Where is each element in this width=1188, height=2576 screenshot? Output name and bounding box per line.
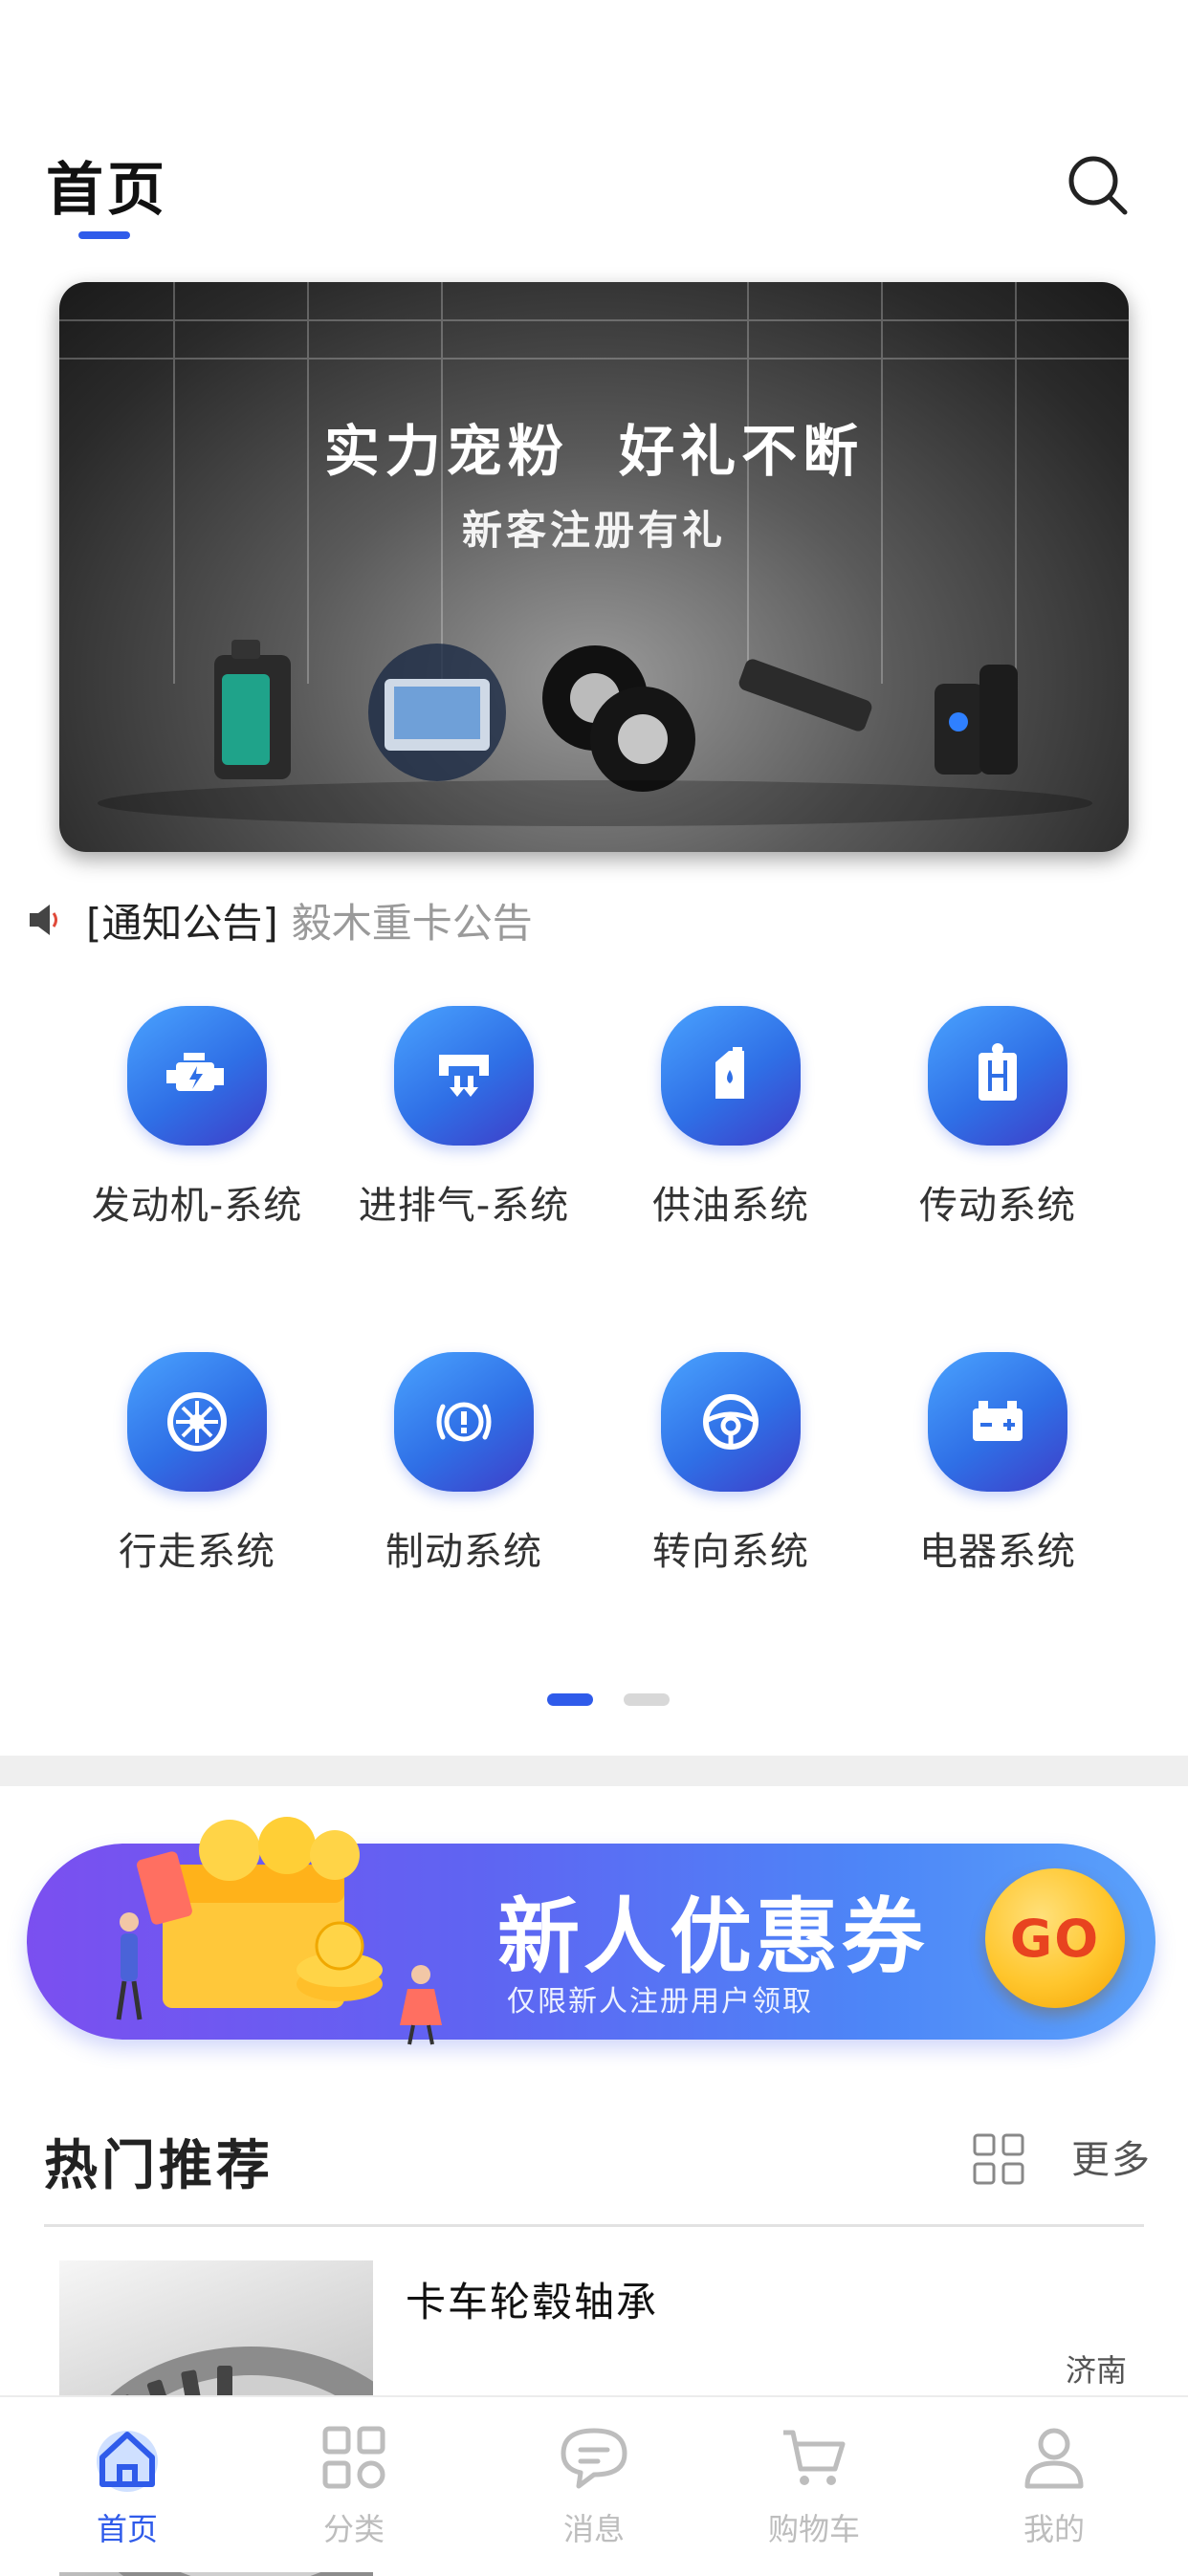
category-intake-exhaust[interactable]: 进排气-系统 — [330, 1006, 598, 1230]
promo-banner[interactable]: 实力宠粉 好礼不断 新客注册有礼 — [59, 282, 1129, 852]
speaker-icon — [30, 905, 57, 935]
engine-icon — [166, 1053, 224, 1091]
home-icon — [97, 2431, 158, 2492]
hot-section-title: 热门推荐 — [44, 2135, 274, 2197]
category-label: 转向系统 — [652, 1530, 809, 1574]
category-label: 制动系统 — [385, 1530, 542, 1574]
coupon-subtitle: 仅限新人注册用户领取 — [507, 1985, 813, 2019]
category-electrical[interactable]: 电器系统 — [864, 1352, 1132, 1576]
tab-label: 消息 — [562, 2511, 625, 2547]
search-icon — [1068, 156, 1128, 215]
fuel-can-icon — [715, 1047, 744, 1099]
category-label: 传动系统 — [919, 1184, 1076, 1228]
tab-label: 我的 — [1023, 2511, 1085, 2547]
message-icon — [561, 2428, 627, 2489]
tab-messages[interactable]: 消息 — [498, 2419, 690, 2549]
search-button[interactable] — [1064, 151, 1133, 220]
battery-icon — [973, 1401, 1023, 1441]
category-engine[interactable]: 发动机-系统 — [63, 1006, 331, 1230]
gearshift-icon — [979, 1043, 1017, 1101]
product-name[interactable]: 卡车轮毂轴承 — [406, 2270, 658, 2328]
category-icon-bg — [394, 1352, 534, 1492]
notice-bar[interactable]: [通知公告] 毅木重卡公告 — [27, 894, 533, 947]
category-label: 行走系统 — [119, 1530, 275, 1574]
category-running-gear[interactable]: 行走系统 — [63, 1352, 331, 1576]
category-icon-bg — [127, 1352, 267, 1492]
more-link[interactable]: 更多 — [1071, 2128, 1152, 2184]
coupon-illustration — [116, 1817, 442, 2045]
grid-view-icon[interactable] — [972, 2132, 1025, 2186]
section-divider — [0, 1756, 1188, 1786]
tab-label: 分类 — [322, 2511, 385, 2547]
wheel-icon — [167, 1392, 227, 1452]
pager-dot-active[interactable] — [547, 1693, 593, 1706]
brake-warning-icon — [436, 1402, 492, 1442]
active-tab-indicator — [78, 231, 130, 239]
category-label: 发动机-系统 — [91, 1184, 303, 1228]
product-location: 济南 — [1066, 2352, 1128, 2389]
pager-dot[interactable] — [624, 1693, 670, 1706]
category-icon-bg — [928, 1352, 1067, 1492]
category-icon-bg — [928, 1006, 1067, 1146]
category-fuel[interactable]: 供油系统 — [597, 1006, 865, 1230]
category-label: 电器系统 — [919, 1530, 1076, 1574]
cart-icon — [783, 2430, 846, 2485]
category-icon-bg — [661, 1006, 801, 1146]
hot-divider — [44, 2224, 1144, 2227]
category-transmission[interactable]: 传动系统 — [864, 1006, 1132, 1230]
notice-text: 毅木重卡公告 — [291, 899, 533, 947]
category-steering[interactable]: 转向系统 — [597, 1352, 865, 1576]
category-icon-bg — [661, 1352, 801, 1492]
tab-profile[interactable]: 我的 — [958, 2419, 1150, 2549]
steering-wheel-icon — [703, 1394, 759, 1450]
tab-label: 购物车 — [767, 2511, 860, 2547]
banner-headline: 实力宠粉 好礼不断 — [323, 419, 865, 484]
page-title: 首页 — [46, 157, 168, 224]
category-brake[interactable]: 制动系统 — [330, 1352, 598, 1576]
category-icon-bg — [127, 1006, 267, 1146]
tab-cart[interactable]: 购物车 — [718, 2419, 910, 2549]
tab-label: 首页 — [96, 2511, 158, 2547]
category-grid-icon — [322, 2426, 385, 2489]
banner-products-image — [98, 640, 1092, 826]
tab-category[interactable]: 分类 — [258, 2419, 450, 2549]
intake-exhaust-icon — [439, 1055, 489, 1097]
coupon-title: 新人优惠券 — [497, 1889, 928, 1985]
category-label: 供油系统 — [652, 1184, 809, 1228]
category-icon-bg — [394, 1006, 534, 1146]
coupon-go-button[interactable]: GO — [985, 1868, 1125, 2008]
notice-tag: [通知公告] — [86, 899, 278, 947]
profile-icon — [1024, 2428, 1084, 2489]
category-label: 进排气-系统 — [358, 1184, 570, 1228]
tab-home[interactable]: 首页 — [32, 2419, 223, 2549]
banner-subtitle: 新客注册有礼 — [461, 507, 726, 554]
